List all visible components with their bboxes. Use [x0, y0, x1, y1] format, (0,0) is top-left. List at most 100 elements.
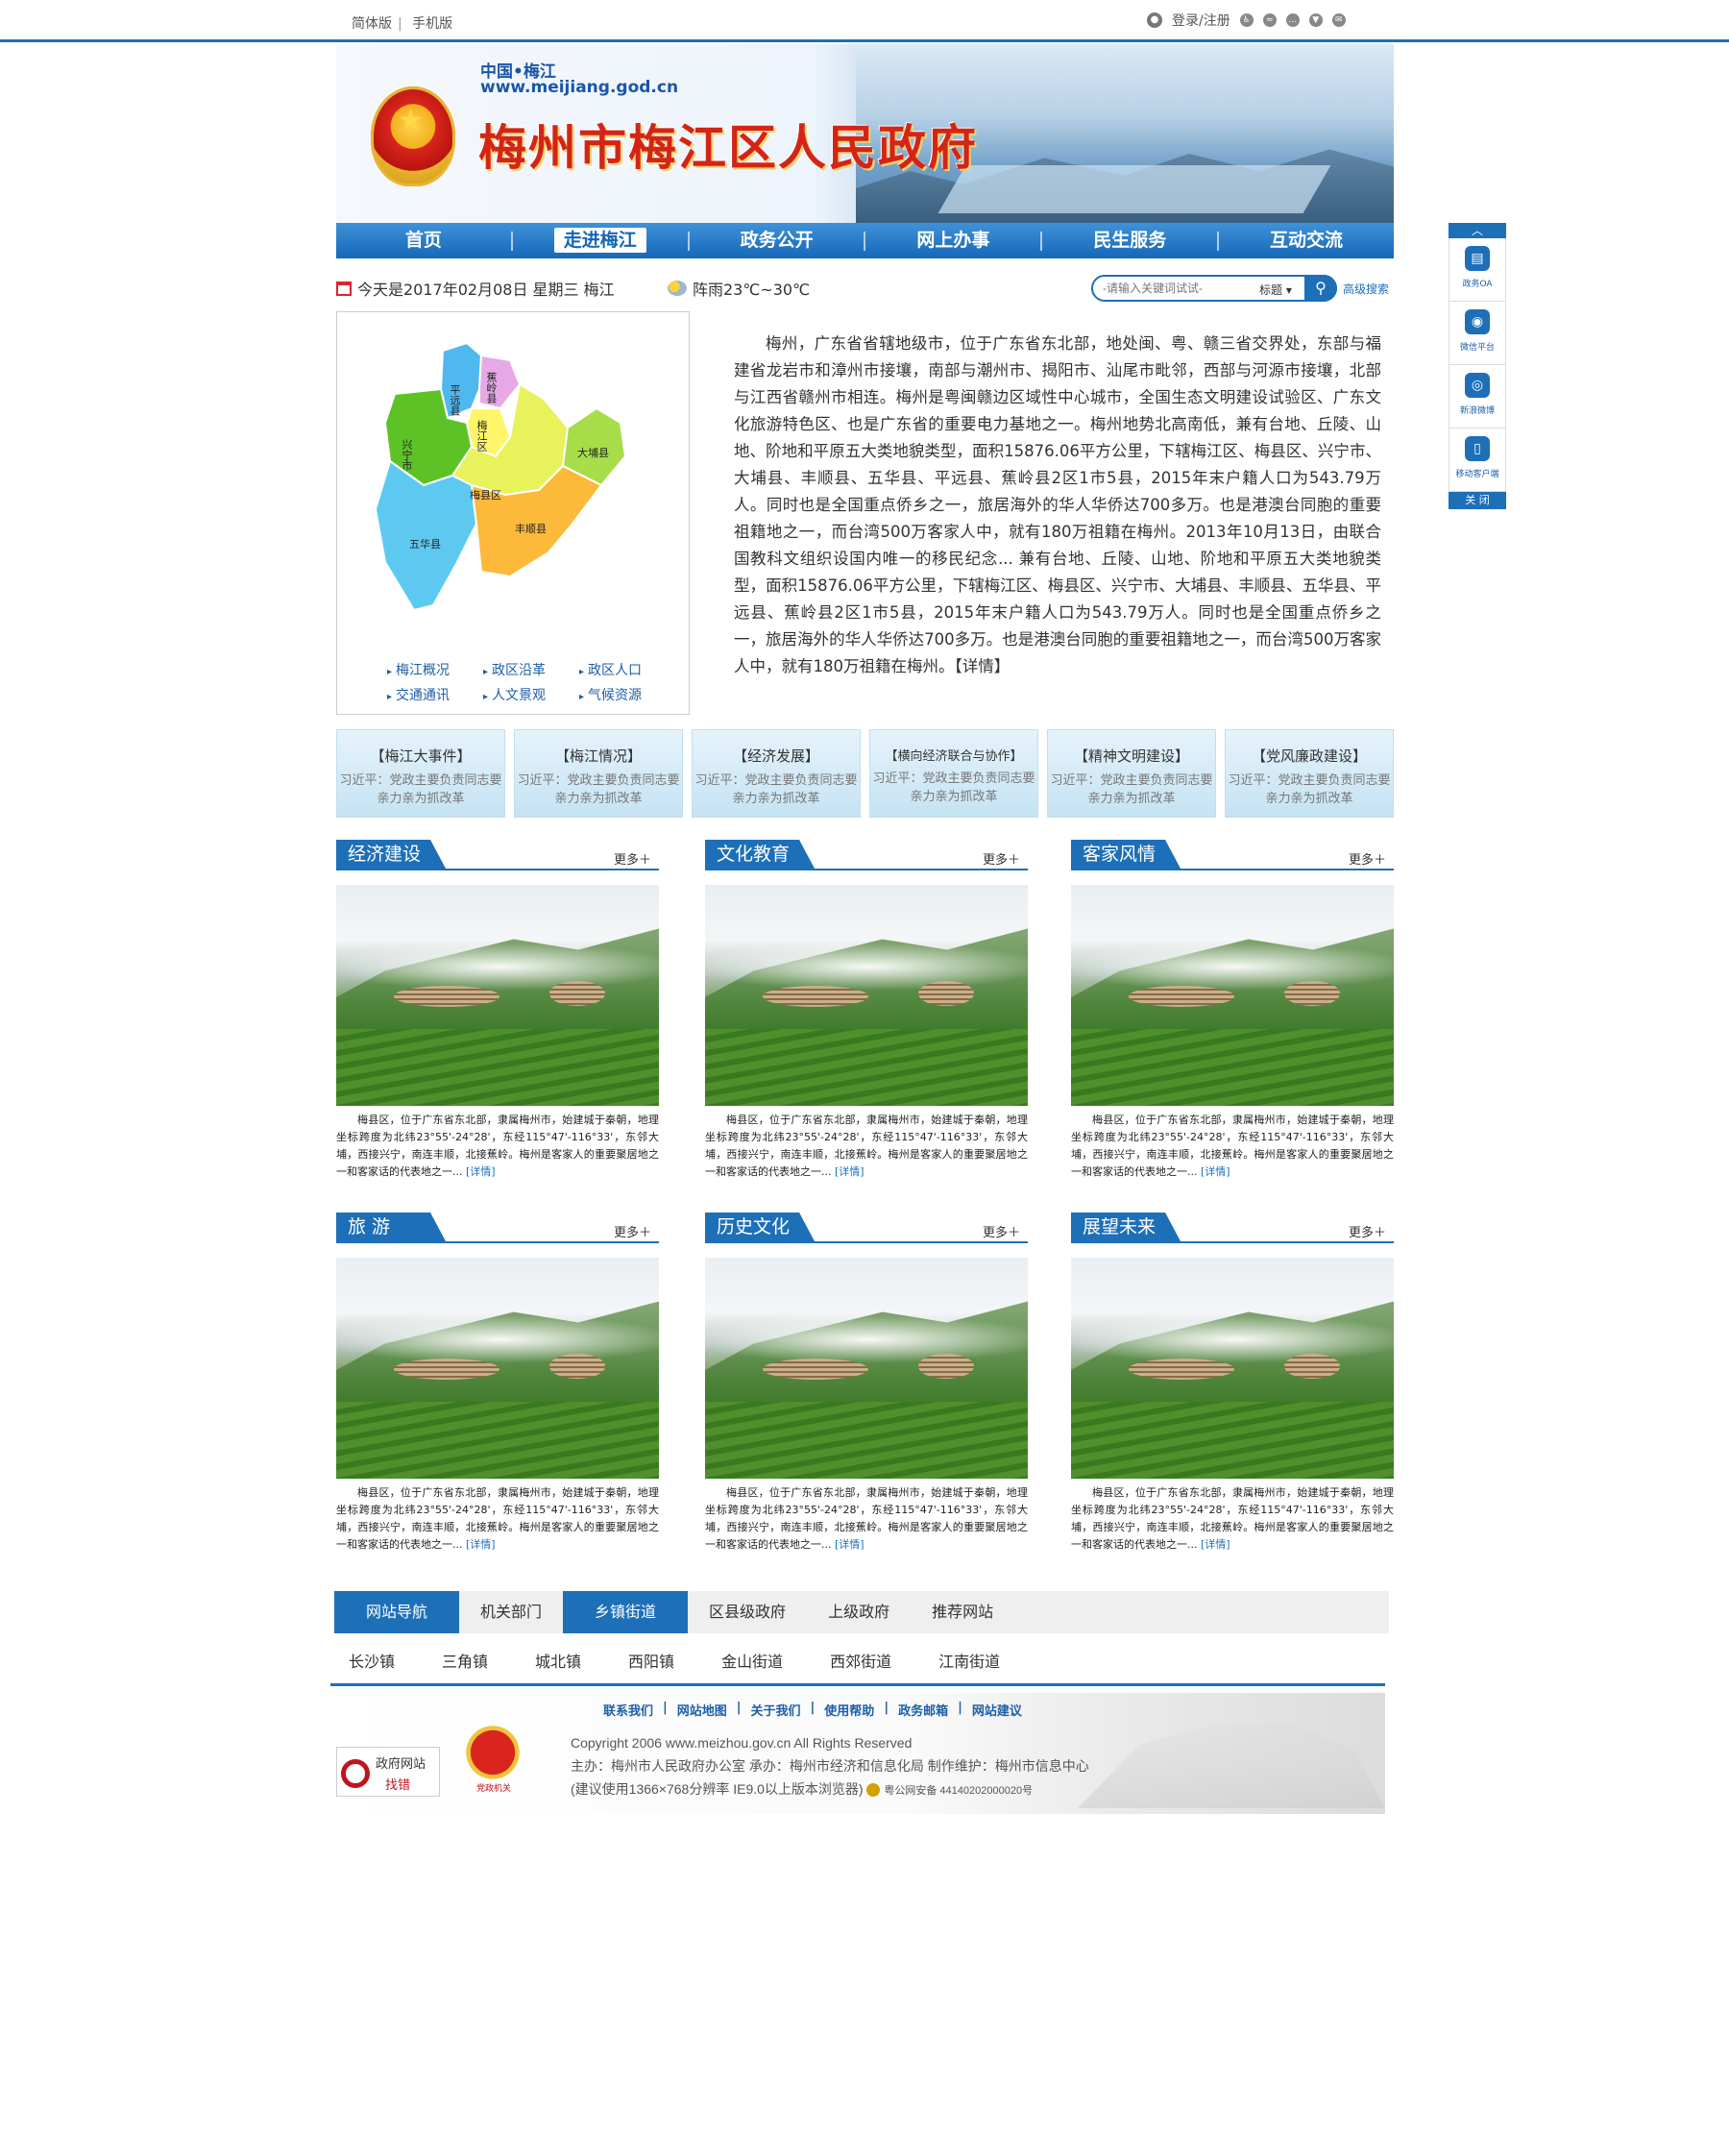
link-overview[interactable]: 梅江概况: [387, 660, 483, 679]
detail-link[interactable]: [详情]: [1201, 1538, 1230, 1551]
section-title[interactable]: 展望未来: [1071, 1213, 1181, 1241]
rss-icon[interactable]: ≈: [1262, 13, 1277, 27]
section-image[interactable]: [336, 1258, 659, 1479]
section-title[interactable]: 客家风情: [1071, 840, 1181, 869]
section-image[interactable]: [1071, 885, 1394, 1106]
topic-card-desc: 习近平：党政主要负责同志要亲力亲为抓改革: [517, 773, 680, 806]
section-summary: 梅县区，位于广东省东北部，隶属梅州市，始建城于秦朝，地理坐标跨度为北纬23°55…: [336, 1486, 659, 1551]
footer-link-about[interactable]: 关于我们: [751, 1701, 801, 1719]
topic-card[interactable]: 【党风廉政建设】 习近平：党政主要负责同志要亲力亲为抓改革: [1225, 729, 1394, 818]
detail-link[interactable]: [详情]: [835, 1165, 864, 1178]
tab-departments[interactable]: 机关部门: [459, 1591, 563, 1633]
topic-card[interactable]: 【精神文明建设】习近平：党政主要负责同志要亲力亲为抓改革: [1047, 729, 1216, 818]
chat-icon[interactable]: …: [1285, 13, 1300, 27]
section-title[interactable]: 经济建设: [336, 840, 446, 869]
tab-recommended[interactable]: 推荐网站: [911, 1591, 1014, 1633]
town-link[interactable]: 江南街道: [938, 1649, 1000, 1672]
section-title[interactable]: 文化教育: [705, 840, 815, 869]
footer-link-mail[interactable]: 政务邮箱: [898, 1701, 948, 1719]
mobile-version-link[interactable]: 手机版: [412, 16, 452, 32]
tab-superior-gov[interactable]: 上级政府: [807, 1591, 911, 1633]
more-link[interactable]: 更多＋: [614, 1222, 651, 1240]
detail-link[interactable]: [详情]: [466, 1538, 496, 1551]
link-landscape[interactable]: 人文景观: [483, 685, 579, 704]
login-link[interactable]: 登录/注册: [1172, 11, 1230, 30]
gov-site-error-badge[interactable]: 政府网站 找错: [336, 1747, 440, 1797]
more-link[interactable]: 更多＋: [1349, 1222, 1386, 1240]
topic-card[interactable]: 【经济发展】 习近平：党政主要负责同志要亲力亲为抓改革: [692, 729, 861, 818]
topic-card[interactable]: 【梅江情况】 习近平：党政主要负责同志要亲力亲为抓改革: [514, 729, 683, 818]
map-label-meijiang: 梅江区: [475, 419, 488, 452]
advanced-search-link[interactable]: 高级搜索: [1343, 281, 1389, 297]
map-region-pingyuan[interactable]: [439, 341, 483, 420]
location-icon[interactable]: ▼: [1308, 13, 1323, 27]
mail-icon[interactable]: ✉: [1331, 13, 1346, 27]
detail-link[interactable]: [详情]: [1201, 1165, 1230, 1178]
tab-county-gov[interactable]: 区县级政府: [688, 1591, 807, 1633]
town-link[interactable]: 三角镇: [442, 1649, 488, 1672]
section-header: 历史文化 更多＋: [705, 1213, 1028, 1243]
section-image[interactable]: [1071, 1258, 1394, 1479]
more-link[interactable]: 更多＋: [983, 1222, 1020, 1240]
float-item-weibo[interactable]: ◎ 新浪微博: [1449, 365, 1506, 429]
footer-link-contact[interactable]: 联系我们: [603, 1701, 653, 1719]
nav-item-online-services[interactable]: 网上办事: [865, 223, 1040, 258]
search-button[interactable]: ⚲: [1304, 275, 1337, 302]
footer-link-sitemap[interactable]: 网站地图: [677, 1701, 727, 1719]
section-title[interactable]: 旅 游: [336, 1213, 446, 1241]
section-title[interactable]: 历史文化: [705, 1213, 815, 1241]
section-summary: 梅县区，位于广东省东北部，隶属梅州市，始建城于秦朝，地理坐标跨度为北纬23°55…: [1071, 1114, 1394, 1178]
more-link[interactable]: 更多＋: [1349, 849, 1386, 868]
float-item-mobile[interactable]: ▯ 移动客户端: [1449, 429, 1506, 492]
tab-site-nav[interactable]: 网站导航: [334, 1591, 460, 1633]
town-link[interactable]: 金山街道: [721, 1649, 783, 1672]
section-history-culture: 历史文化 更多＋ 梅县区，位于广东省东北部，隶属梅州市，始建城于秦朝，地理坐标跨度…: [705, 1213, 1028, 1554]
party-gov-badge[interactable]: 党政机关: [463, 1722, 523, 1799]
town-link[interactable]: 西郊街道: [830, 1649, 891, 1672]
topic-card-title: 【精神文明建设】: [1073, 747, 1189, 765]
topic-card[interactable]: 【横向经济联合与协作】 习近平：党政主要负责同志要亲力亲为抓改革: [869, 729, 1038, 818]
nav-item-livelihood[interactable]: 民生服务: [1042, 223, 1217, 258]
simple-version-link[interactable]: 简体版: [352, 16, 392, 32]
region-map[interactable]: 平远县 蕉岭县 梅江区 兴宁市 大埔县 梅县区 五华县 丰顺县: [366, 331, 664, 649]
link-history[interactable]: 政区沿革: [483, 660, 579, 679]
footer: 联系我们 | 网站地图 | 关于我们 | 使用帮助 | 政务邮箱 | 网站建议 政府网站 …: [330, 1693, 1385, 1814]
nav-item-about[interactable]: 走进梅江: [513, 223, 688, 258]
mobile-icon: ▯: [1465, 436, 1490, 461]
map-region-wuhua[interactable]: [374, 459, 478, 612]
tab-towns[interactable]: 乡镇街道: [563, 1591, 689, 1633]
link-transport[interactable]: 交通通讯: [387, 685, 483, 704]
nav-item-gov-affairs[interactable]: 政务公开: [690, 223, 864, 258]
nav-item-interaction[interactable]: 互动交流: [1219, 223, 1394, 258]
footer-links: 联系我们 | 网站地图 | 关于我们 | 使用帮助 | 政务邮箱 | 网站建议: [594, 1701, 1032, 1719]
float-item-oa[interactable]: ▤ 政务OA: [1449, 238, 1506, 302]
footer-link-suggest[interactable]: 网站建议: [972, 1701, 1022, 1719]
section-image[interactable]: [705, 1258, 1028, 1479]
section-header: 经济建设 更多＋: [336, 840, 659, 870]
chevron-up-icon[interactable]: ︿: [1449, 223, 1506, 238]
section-image[interactable]: [336, 885, 659, 1106]
section-image[interactable]: [705, 885, 1028, 1106]
search-type-select[interactable]: 标题 ▾: [1259, 282, 1292, 298]
float-item-wechat[interactable]: ◉ 微信平台: [1449, 302, 1506, 365]
topic-card-desc: 习近平：党政主要负责同志要亲力亲为抓改革: [339, 773, 502, 806]
police-record[interactable]: 粤公网安备 44140202000020号: [884, 1785, 1033, 1797]
close-button[interactable]: 关 闭: [1449, 492, 1506, 509]
nav-item-home[interactable]: 首页: [336, 223, 511, 258]
detail-link[interactable]: [详情]: [835, 1538, 864, 1551]
detail-link[interactable]: [详情]: [466, 1165, 496, 1178]
topic-card-desc: 习近平：党政主要负责同志要亲力亲为抓改革: [1050, 773, 1213, 806]
accessibility-icon[interactable]: ♿: [1239, 13, 1254, 27]
more-link[interactable]: 更多＋: [983, 849, 1020, 868]
footer-link-help[interactable]: 使用帮助: [824, 1701, 874, 1719]
search-icon: ⚲: [1315, 279, 1327, 297]
search-input[interactable]: [1103, 280, 1256, 297]
more-link[interactable]: 更多＋: [614, 849, 651, 868]
magnifier-icon: [341, 1759, 370, 1788]
link-population[interactable]: 政区人口: [579, 660, 675, 679]
link-climate[interactable]: 气候资源: [579, 685, 675, 704]
town-link[interactable]: 西阳镇: [628, 1649, 674, 1672]
topic-card[interactable]: 【梅江大事件】 习近平：党政主要负责同志要亲力亲为抓改革: [336, 729, 505, 818]
town-link[interactable]: 长沙镇: [349, 1649, 395, 1672]
town-link[interactable]: 城北镇: [535, 1649, 581, 1672]
